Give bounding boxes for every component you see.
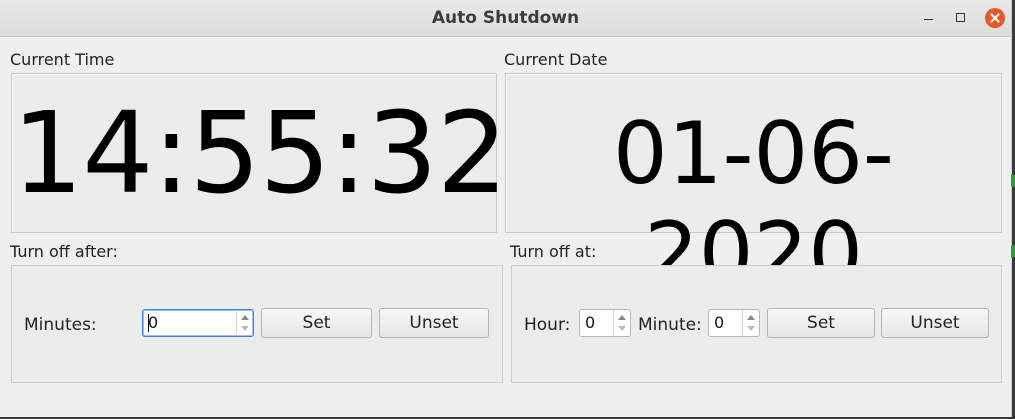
set-at-button[interactable]: Set xyxy=(767,308,875,338)
window-title: Auto Shutdown xyxy=(431,8,580,28)
maximize-icon[interactable] xyxy=(951,8,971,28)
unset-after-button[interactable]: Unset xyxy=(379,308,489,338)
minutes-label: Minutes: xyxy=(24,315,97,335)
title-bar: Auto Shutdown xyxy=(0,0,1011,37)
text-cursor xyxy=(148,314,149,332)
minute-spin-arrows[interactable] xyxy=(742,310,759,336)
spin-down-icon[interactable] xyxy=(241,326,249,331)
minute-spinbox[interactable]: 0 xyxy=(708,309,760,337)
minute-label: Minute: xyxy=(638,315,702,335)
background-window-edge xyxy=(1011,175,1015,187)
minimize-icon[interactable] xyxy=(919,8,939,28)
spin-up-icon[interactable] xyxy=(241,315,249,320)
hour-spin-arrows[interactable] xyxy=(613,310,630,336)
minute-value: 0 xyxy=(714,313,725,332)
current-time-label: Current Time xyxy=(10,50,115,69)
current-date-display: 01-06-2020 xyxy=(505,73,1002,304)
hour-value: 0 xyxy=(585,313,596,332)
turn-off-after-label: Turn off after: xyxy=(10,242,118,261)
minutes-spinbox[interactable]: 0 xyxy=(142,309,254,337)
minutes-spin-arrows[interactable] xyxy=(236,310,253,336)
background-window-edge xyxy=(1011,245,1015,257)
current-time-display: 14:55:32 xyxy=(11,73,508,233)
unset-at-button[interactable]: Unset xyxy=(881,308,989,338)
hour-label: Hour: xyxy=(524,315,571,335)
minutes-value: 0 xyxy=(148,313,159,332)
close-icon[interactable] xyxy=(985,8,1005,28)
turn-off-after-group: Minutes: 0 Set Unset xyxy=(11,265,503,383)
spin-up-icon[interactable] xyxy=(618,315,626,320)
set-after-button[interactable]: Set xyxy=(261,308,372,338)
hour-spinbox[interactable]: 0 xyxy=(579,309,631,337)
spin-up-icon[interactable] xyxy=(747,315,755,320)
turn-off-at-label: Turn off at: xyxy=(510,242,597,261)
spin-down-icon[interactable] xyxy=(747,326,755,331)
app-window: Auto Shutdown Current Time 14:55:32 Curr… xyxy=(0,0,1012,417)
current-date-label: Current Date xyxy=(504,50,608,69)
current-time-value: 14:55:32 xyxy=(12,89,508,219)
turn-off-at-group: Hour: 0 Minute: 0 Set Unset xyxy=(511,265,1002,383)
spin-down-icon[interactable] xyxy=(618,326,626,331)
